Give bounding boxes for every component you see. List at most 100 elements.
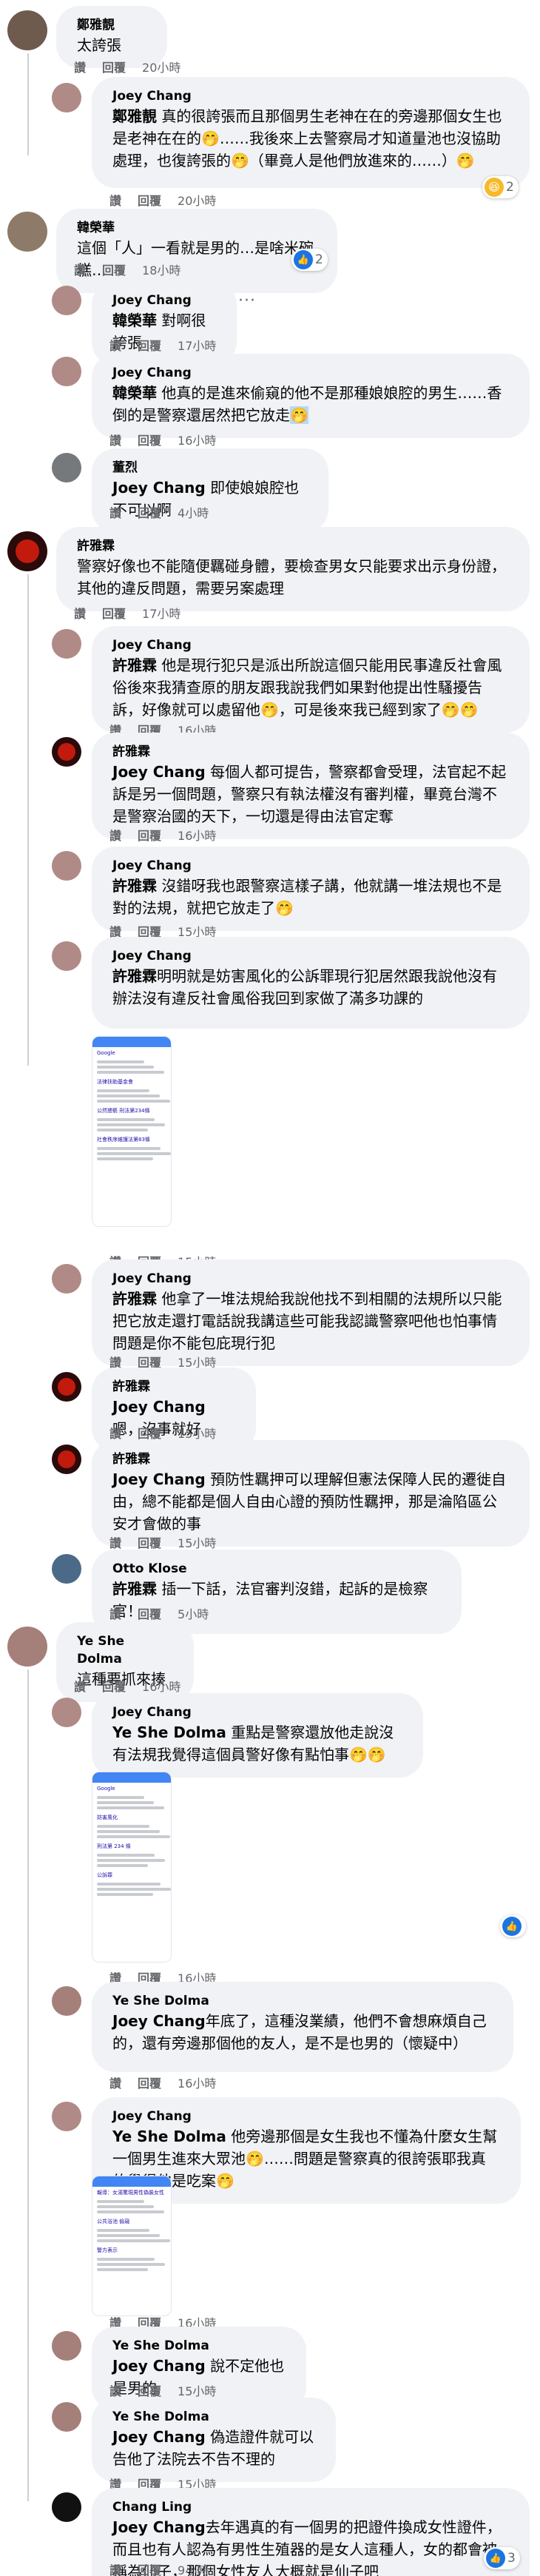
like-button[interactable]: 讚 xyxy=(109,339,121,353)
like-button[interactable]: 讚 xyxy=(74,607,86,621)
reaction-count[interactable]: 👍 2 xyxy=(291,249,328,271)
like-button[interactable]: 讚 xyxy=(74,1680,86,1694)
reply-button[interactable]: 回覆 xyxy=(102,1680,126,1694)
mention-link[interactable]: 許雅霖 xyxy=(112,967,157,985)
like-button[interactable]: 讚 xyxy=(109,1536,121,1550)
avatar[interactable] xyxy=(52,453,81,482)
avatar[interactable] xyxy=(52,1698,81,1727)
like-button[interactable]: 讚 xyxy=(109,434,121,448)
avatar[interactable] xyxy=(52,286,81,315)
reply-button[interactable]: 回覆 xyxy=(138,1536,161,1550)
like-button[interactable]: 讚 xyxy=(109,1427,121,1441)
reaction-count[interactable]: 👍 xyxy=(500,1915,526,1937)
comment-timestamp[interactable]: 20小時 xyxy=(178,194,216,208)
reply-button[interactable]: 回覆 xyxy=(138,2563,161,2576)
mention-link[interactable]: 許雅霖 xyxy=(112,1580,157,1598)
avatar[interactable] xyxy=(52,1554,81,1584)
commenter-name[interactable]: Joey Chang xyxy=(112,2108,500,2125)
commenter-name[interactable]: Ye She Dolma xyxy=(112,2408,315,2426)
avatar[interactable] xyxy=(52,1264,81,1294)
commenter-name[interactable]: 許雅霖 xyxy=(112,743,509,761)
mention-link[interactable]: 韓榮華 xyxy=(112,384,157,402)
like-button[interactable]: 讚 xyxy=(109,2076,121,2091)
mention-link[interactable]: Ye She Dolma xyxy=(112,1724,226,1741)
commenter-name[interactable]: Joey Chang xyxy=(112,1270,509,1288)
comment-timestamp[interactable]: 16小時 xyxy=(178,434,216,448)
commenter-name[interactable]: 許雅霖 xyxy=(77,537,509,555)
avatar[interactable] xyxy=(52,1372,81,1402)
reply-button[interactable]: 回覆 xyxy=(138,434,161,448)
like-button[interactable]: 讚 xyxy=(109,1607,121,1621)
commenter-name[interactable]: Chang Ling xyxy=(112,2498,509,2516)
like-button[interactable]: 讚 xyxy=(109,829,121,843)
avatar[interactable] xyxy=(7,212,47,252)
avatar[interactable] xyxy=(52,629,81,659)
reply-button[interactable]: 回覆 xyxy=(138,1427,161,1441)
avatar[interactable] xyxy=(52,83,81,112)
commenter-name[interactable]: 許雅霖 xyxy=(112,1378,235,1396)
reply-button[interactable]: 回覆 xyxy=(138,2384,161,2398)
commenter-name[interactable]: Ye She Dolma xyxy=(77,1632,173,1668)
avatar[interactable] xyxy=(52,2492,81,2522)
avatar[interactable] xyxy=(7,10,47,50)
mention-link[interactable]: Ye She Dolma xyxy=(112,2128,226,2145)
reply-button[interactable]: 回覆 xyxy=(102,607,126,621)
reply-button[interactable]: 回覆 xyxy=(138,829,161,843)
like-button[interactable]: 讚 xyxy=(109,2563,121,2576)
reaction-count[interactable]: 😆 2 xyxy=(482,176,519,198)
avatar[interactable] xyxy=(52,357,81,386)
mention-link[interactable]: Joey Chang xyxy=(112,1398,206,1416)
attached-screenshot[interactable]: Google 法律扶助基金會 公然猥褻 刑法第234條 社會秩序維護法第83條 xyxy=(92,1036,172,1227)
mention-link[interactable]: 許雅霖 xyxy=(112,1290,157,1308)
mention-link[interactable]: Joey Chang xyxy=(112,2012,206,2030)
comment-timestamp[interactable]: 16小時 xyxy=(178,829,216,843)
comment-timestamp[interactable]: 4小時 xyxy=(178,506,209,520)
reply-button[interactable]: 回覆 xyxy=(138,506,161,520)
comment-timestamp[interactable]: 20小時 xyxy=(142,61,180,75)
commenter-name[interactable]: 許雅霖 xyxy=(112,1450,509,1468)
comment-timestamp[interactable]: 5小時 xyxy=(178,1607,209,1621)
mention-link[interactable]: Joey Chang xyxy=(112,479,206,497)
mention-link[interactable]: Joey Chang xyxy=(112,1470,206,1488)
mention-link[interactable]: Joey Chang xyxy=(112,2518,206,2536)
commenter-name[interactable]: Ye She Dolma xyxy=(112,1992,493,2010)
avatar[interactable] xyxy=(52,2102,81,2131)
mention-link[interactable]: Joey Chang xyxy=(112,2428,206,2446)
comment-timestamp[interactable]: 15小時 xyxy=(178,1536,216,1550)
like-button[interactable]: 讚 xyxy=(74,263,86,278)
like-button[interactable]: 讚 xyxy=(109,194,121,208)
avatar[interactable] xyxy=(52,1986,81,2016)
commenter-name[interactable]: 董烈 xyxy=(112,459,308,477)
reply-button[interactable]: 回覆 xyxy=(138,339,161,353)
mention-link[interactable]: 韓榮華 xyxy=(112,312,157,329)
avatar[interactable] xyxy=(52,941,81,971)
comment-timestamp[interactable]: 18小時 xyxy=(142,263,180,278)
commenter-name[interactable]: Joey Chang xyxy=(112,364,509,382)
comment-timestamp[interactable]: 16小時 xyxy=(178,2076,216,2091)
avatar[interactable] xyxy=(52,2402,81,2432)
reaction-count[interactable]: 👍 3 xyxy=(484,2547,520,2569)
commenter-name[interactable]: 鄭雅靚 xyxy=(77,16,146,34)
mention-link[interactable]: Joey Chang xyxy=(112,763,206,781)
mention-link[interactable]: 許雅霖 xyxy=(112,877,157,895)
comment-timestamp[interactable]: 17小時 xyxy=(142,607,180,621)
avatar[interactable] xyxy=(52,737,81,767)
commenter-name[interactable]: Joey Chang xyxy=(112,87,509,105)
mention-link[interactable]: Joey Chang xyxy=(112,2357,206,2375)
comment-timestamp[interactable]: 15小時 xyxy=(178,1427,216,1441)
like-button[interactable]: 讚 xyxy=(109,2384,121,2398)
commenter-name[interactable]: Joey Chang xyxy=(112,947,509,965)
reply-button[interactable]: 回覆 xyxy=(102,61,126,75)
comment-timestamp[interactable]: 17小時 xyxy=(178,339,216,353)
reply-button[interactable]: 回覆 xyxy=(138,1607,161,1621)
commenter-name[interactable]: Joey Chang xyxy=(112,1704,402,1721)
comment-timestamp[interactable]: 16小時 xyxy=(142,1680,180,1694)
avatar[interactable] xyxy=(52,1445,81,1474)
attached-screenshot[interactable]: 報導：女湯驚現男性偽裝女性 公共浴池 偷窺 警方表示 xyxy=(92,2176,172,2316)
reply-button[interactable]: 回覆 xyxy=(102,263,126,278)
comment-timestamp[interactable]: 15小時 xyxy=(178,2384,216,2398)
reply-button[interactable]: 回覆 xyxy=(138,2076,161,2091)
commenter-name[interactable]: Ye She Dolma xyxy=(112,2337,286,2355)
like-button[interactable]: 讚 xyxy=(109,506,121,520)
commenter-name[interactable]: 韓榮華 xyxy=(77,219,317,237)
